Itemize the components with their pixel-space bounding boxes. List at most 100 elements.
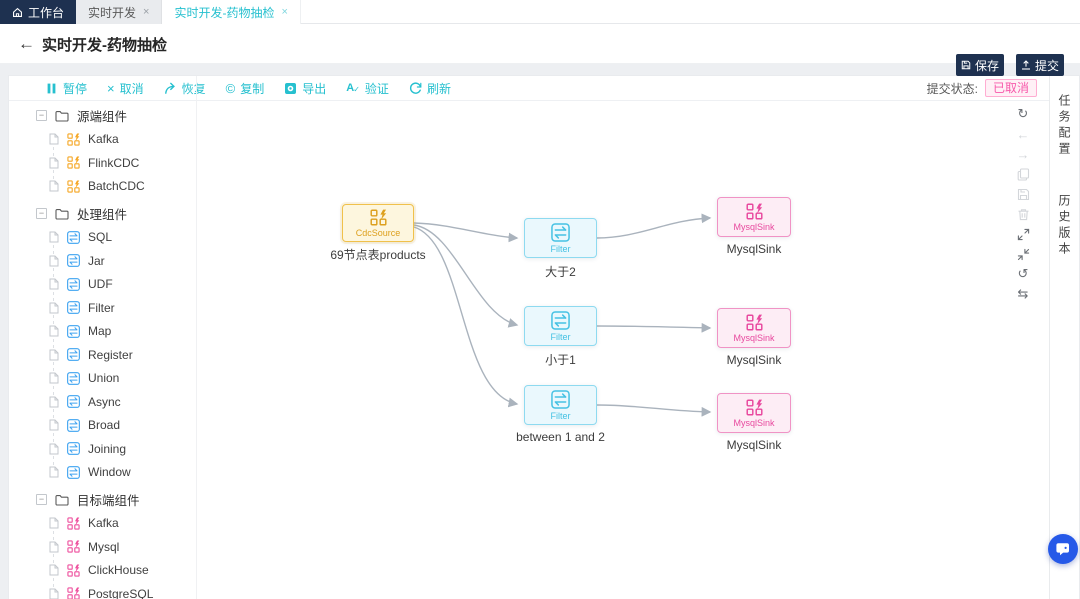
target-component-icon — [67, 564, 80, 577]
tab-task-config[interactable]: 任务配置 — [1056, 94, 1073, 158]
close-icon[interactable]: × — [143, 6, 149, 18]
tree-group-process[interactable]: − 处理组件 — [9, 202, 196, 226]
resume-button[interactable]: 恢复 — [164, 80, 206, 97]
export-button[interactable]: 导出 — [284, 80, 326, 97]
submit-status: 提交状态: 已取消 — [927, 79, 1051, 97]
doc-icon — [49, 349, 59, 361]
process-component-icon — [67, 254, 80, 267]
tree-item-filter[interactable]: Filter — [9, 296, 196, 320]
doc-icon — [49, 255, 59, 267]
pause-button[interactable]: 暂停 — [45, 80, 87, 97]
node-caption: MysqlSink — [677, 353, 831, 367]
save-layout-icon[interactable] — [1015, 186, 1031, 202]
doc-icon — [49, 325, 59, 337]
node-filter-gt2[interactable]: Filter — [524, 218, 597, 258]
tree-item-label: Union — [88, 371, 119, 385]
node-filter-lt1[interactable]: Filter — [524, 306, 597, 346]
tree-item-clickhouse[interactable]: ClickHouse — [9, 559, 196, 583]
filter-node-icon — [551, 390, 570, 409]
tree-group-target[interactable]: − 目标端组件 — [9, 488, 196, 512]
tab-workbench[interactable]: 工作台 — [0, 0, 76, 24]
redo-icon[interactable]: → — [1015, 146, 1031, 162]
node-title: Filter — [551, 412, 571, 421]
edge-filter2-sink2 — [597, 326, 710, 328]
edge-filter3-sink3 — [597, 405, 710, 412]
copy-node-icon[interactable] — [1015, 166, 1031, 182]
page-title: 实时开发-药物抽检 — [42, 24, 167, 64]
cancel-button[interactable]: × 取消 — [107, 80, 144, 97]
reset-view-icon[interactable]: ↻ — [1015, 106, 1031, 122]
close-icon[interactable]: × — [281, 6, 287, 18]
target-component-icon — [67, 587, 80, 599]
tab-label: 实时开发 — [88, 4, 136, 21]
source-component-icon — [67, 156, 80, 169]
node-caption: MysqlSink — [677, 242, 831, 256]
folder-icon — [55, 208, 69, 220]
tab-label: 实时开发-药物抽检 — [174, 4, 274, 21]
tree-item-label: Map — [88, 324, 111, 338]
refresh-button[interactable]: 刷新 — [409, 80, 451, 97]
node-filter-between[interactable]: Filter — [524, 385, 597, 425]
tree-item-window[interactable]: Window — [9, 461, 196, 485]
copy-button[interactable]: © 复制 — [226, 80, 265, 97]
assistant-chat-icon — [1055, 541, 1071, 557]
tree-item-label: SQL — [88, 230, 112, 244]
node-mysqlsink-2[interactable]: MysqlSink — [717, 308, 791, 348]
node-cdcsource[interactable]: CdcSource — [342, 204, 414, 242]
sink-node-icon — [746, 203, 763, 220]
auto-layout-icon[interactable]: ↺ — [1015, 266, 1031, 282]
undo-icon[interactable]: ← — [1015, 126, 1031, 142]
collapse-icon[interactable]: − — [36, 494, 47, 505]
tree-item-sql[interactable]: SQL — [9, 226, 196, 250]
validate-icon: A ✓ — [346, 83, 360, 94]
tree-item-udf[interactable]: UDF — [9, 273, 196, 297]
node-mysqlsink-1[interactable]: MysqlSink — [717, 197, 791, 237]
tree-item-async[interactable]: Async — [9, 390, 196, 414]
tree-item-register[interactable]: Register — [9, 343, 196, 367]
collapse-icon[interactable]: − — [36, 110, 47, 121]
tree-group-label: 目标端组件 — [77, 490, 140, 509]
tab-realtime-dev-drug-sampling[interactable]: 实时开发-药物抽检 × — [162, 0, 300, 24]
fit-view-icon[interactable] — [1015, 246, 1031, 262]
tree-item-broad[interactable]: Broad — [9, 414, 196, 438]
flow-canvas[interactable]: CdcSource 69节点表products Filter 大于2 Filte… — [197, 101, 1051, 599]
tree-item-map[interactable]: Map — [9, 320, 196, 344]
assistant-button[interactable] — [1048, 534, 1078, 564]
tree-item-union[interactable]: Union — [9, 367, 196, 391]
validate-button[interactable]: A ✓ 验证 — [346, 80, 389, 97]
delete-icon[interactable] — [1015, 206, 1031, 222]
refresh-icon — [409, 82, 422, 95]
tree-item-joining[interactable]: Joining — [9, 437, 196, 461]
fullscreen-icon[interactable] — [1015, 226, 1031, 242]
back-arrow-icon[interactable]: ← — [18, 24, 35, 64]
tree-item-postgresql[interactable]: PostgreSQL — [9, 582, 196, 599]
node-mysqlsink-3[interactable]: MysqlSink — [717, 393, 791, 433]
process-component-icon — [67, 231, 80, 244]
save-button[interactable]: 保存 — [956, 54, 1004, 76]
tab-history-versions[interactable]: 历史版本 — [1056, 194, 1073, 258]
edge-filter1-sink1 — [597, 218, 710, 238]
tree-group-source[interactable]: − 源端组件 — [9, 104, 196, 128]
tab-label: 工作台 — [28, 4, 64, 21]
node-title: Filter — [551, 245, 571, 254]
collapse-icon[interactable]: − — [36, 208, 47, 219]
node-caption: 小于1 — [484, 351, 637, 368]
status-badge: 已取消 — [985, 79, 1037, 97]
tree-item-batchcdc[interactable]: BatchCDC — [9, 175, 196, 199]
component-tree: − 源端组件 Kafka FlinkCDC BatchCDC − — [9, 101, 196, 599]
tree-item-kafka-target[interactable]: Kafka — [9, 512, 196, 536]
tree-item-jar[interactable]: Jar — [9, 249, 196, 273]
tree-item-flinkcdc[interactable]: FlinkCDC — [9, 151, 196, 175]
tree-item-kafka-source[interactable]: Kafka — [9, 128, 196, 152]
process-component-icon — [67, 419, 80, 432]
tree-item-label: UDF — [88, 277, 113, 291]
node-title: Filter — [551, 333, 571, 342]
tree-item-label: Kafka — [88, 132, 119, 146]
submit-button[interactable]: 提交 — [1016, 54, 1064, 76]
tree-item-mysql[interactable]: Mysql — [9, 535, 196, 559]
direction-toggle-icon[interactable]: ⇆ — [1015, 286, 1031, 302]
sink-node-icon — [746, 399, 763, 416]
process-component-icon — [67, 442, 80, 455]
tab-realtime-dev[interactable]: 实时开发 × — [76, 0, 162, 24]
close-icon: × — [107, 82, 115, 95]
